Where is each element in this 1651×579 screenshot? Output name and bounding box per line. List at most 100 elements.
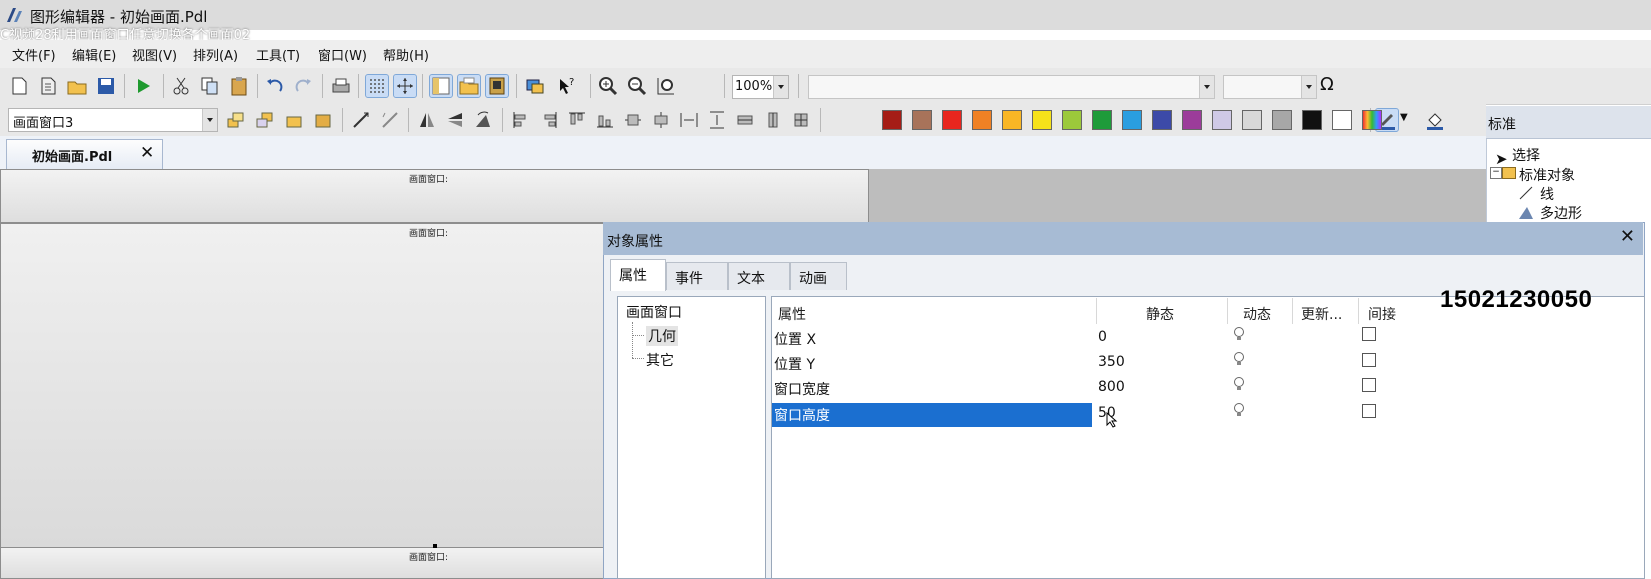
tree-item-other[interactable]: 其它	[646, 350, 674, 370]
fill-color-button[interactable]	[1424, 109, 1446, 131]
menu-edit[interactable]: 编辑(E)	[72, 45, 116, 64]
column-header-static[interactable]: 静态	[1146, 304, 1174, 324]
picture-window-object-selected[interactable]: 画面窗口:	[0, 544, 605, 579]
color-swatch[interactable]	[1092, 110, 1112, 130]
grid-toggle-button[interactable]	[365, 74, 389, 98]
zoom-level-combo[interactable]: 100%	[732, 75, 789, 99]
copy-button[interactable]	[199, 75, 221, 97]
font-size-combo[interactable]	[1223, 75, 1317, 99]
library-button[interactable]	[457, 74, 481, 98]
distribute-vertical-button[interactable]	[706, 109, 728, 131]
tree-item-line[interactable]: 线	[1540, 184, 1554, 204]
tree-item-geometry[interactable]: 几何	[646, 326, 678, 346]
color-swatch[interactable]	[882, 110, 902, 130]
lightbulb-icon[interactable]	[1233, 351, 1245, 367]
menu-view[interactable]: 视图(V)	[132, 45, 177, 64]
color-swatch[interactable]	[1332, 110, 1352, 130]
chevron-down-icon[interactable]: ▼	[1400, 112, 1408, 123]
zoom-fit-button[interactable]	[655, 75, 677, 97]
close-tab-icon[interactable]: ✕	[140, 143, 154, 163]
chevron-down-icon[interactable]	[1199, 76, 1214, 98]
color-swatch[interactable]	[1062, 110, 1082, 130]
color-swatch[interactable]	[1152, 110, 1172, 130]
run-button[interactable]	[132, 75, 154, 97]
chevron-down-icon[interactable]	[1301, 76, 1316, 98]
same-width-button[interactable]	[734, 109, 756, 131]
align-left-button[interactable]	[510, 109, 532, 131]
rotate-object-button[interactable]	[472, 109, 494, 131]
menu-arrange[interactable]: 排列(A)	[193, 45, 238, 64]
property-static-value[interactable]: 800	[1098, 379, 1125, 395]
chevron-down-icon[interactable]	[773, 76, 788, 98]
send-to-back-button[interactable]	[254, 109, 276, 131]
object-palette-button[interactable]	[485, 74, 509, 98]
color-swatch[interactable]	[1032, 110, 1052, 130]
color-swatch[interactable]	[1122, 110, 1142, 130]
tab-text[interactable]: 文本	[728, 262, 790, 290]
menu-window[interactable]: 窗口(W)	[318, 45, 367, 64]
color-swatch[interactable]	[1242, 110, 1262, 130]
bring-forward-button[interactable]	[283, 109, 305, 131]
picture-window-object[interactable]: 画面窗口:	[0, 223, 622, 579]
mirror-vertical-button[interactable]	[416, 109, 438, 131]
same-size-button[interactable]	[790, 109, 812, 131]
selection-handle[interactable]	[433, 544, 437, 548]
open-button[interactable]	[66, 75, 88, 97]
column-header-attribute[interactable]: 属性	[778, 304, 806, 324]
flip-button[interactable]	[350, 109, 372, 131]
context-help-button[interactable]: ?	[556, 75, 578, 97]
property-static-value[interactable]: 350	[1098, 354, 1125, 370]
align-right-button[interactable]	[538, 109, 560, 131]
property-name-selected[interactable]: 窗口高度	[774, 405, 830, 425]
lightbulb-icon[interactable]	[1233, 402, 1245, 418]
undo-button[interactable]	[264, 75, 286, 97]
align-top-button[interactable]	[566, 109, 588, 131]
column-header-update[interactable]: 更新...	[1301, 304, 1342, 324]
color-swatch[interactable]	[1272, 110, 1292, 130]
snap-to-grid-button[interactable]	[393, 74, 417, 98]
lightbulb-icon[interactable]	[1233, 326, 1245, 342]
color-swatch[interactable]	[1212, 110, 1232, 130]
insert-symbol-button[interactable]: Ω	[1320, 74, 1334, 95]
indirect-checkbox[interactable]	[1362, 404, 1376, 418]
tree-item-select[interactable]: 选择	[1512, 145, 1540, 165]
indirect-checkbox[interactable]	[1362, 327, 1376, 341]
property-name[interactable]: 窗口宽度	[774, 379, 830, 399]
tree-item-polygon[interactable]: 多边形	[1540, 203, 1582, 223]
align-bottom-button[interactable]	[594, 109, 616, 131]
properties-panel-button[interactable]	[429, 74, 453, 98]
tab-properties[interactable]: 属性	[610, 259, 666, 291]
document-tab[interactable]: 初始画面.Pdl ✕	[6, 139, 163, 169]
object-selector-combo[interactable]: 画面窗口3	[8, 108, 218, 132]
zoom-in-button[interactable]	[597, 75, 619, 97]
align-center-vertical-button[interactable]	[622, 109, 644, 131]
tab-events[interactable]: 事件	[666, 262, 728, 290]
distribute-horizontal-button[interactable]	[678, 109, 700, 131]
lightbulb-icon[interactable]	[1233, 376, 1245, 392]
more-colors-icon[interactable]	[1362, 110, 1382, 130]
column-header-dynamic[interactable]: 动态	[1243, 304, 1271, 324]
chevron-down-icon[interactable]	[202, 109, 217, 131]
layers-button[interactable]	[524, 75, 546, 97]
mirror-horizontal-button[interactable]	[444, 109, 466, 131]
font-name-combo[interactable]	[808, 75, 1215, 99]
menu-file[interactable]: 文件(F)	[12, 45, 56, 64]
paste-button[interactable]	[228, 75, 250, 97]
redo-button[interactable]	[292, 75, 314, 97]
rotate-button[interactable]	[379, 109, 401, 131]
bring-to-front-button[interactable]	[225, 109, 247, 131]
property-name[interactable]: 位置 X	[774, 329, 816, 349]
new-file-button[interactable]	[8, 75, 30, 97]
send-backward-button[interactable]	[312, 109, 334, 131]
new-page-button[interactable]	[37, 75, 59, 97]
tab-animation[interactable]: 动画	[790, 262, 847, 290]
indirect-checkbox[interactable]	[1362, 378, 1376, 392]
indirect-checkbox[interactable]	[1362, 353, 1376, 367]
save-button[interactable]	[95, 75, 117, 97]
color-swatch[interactable]	[1002, 110, 1022, 130]
property-static-value[interactable]: 0	[1098, 329, 1107, 345]
zoom-out-button[interactable]	[626, 75, 648, 97]
menu-tools[interactable]: 工具(T)	[256, 45, 300, 64]
print-button[interactable]	[330, 75, 352, 97]
menu-help[interactable]: 帮助(H)	[383, 45, 429, 64]
